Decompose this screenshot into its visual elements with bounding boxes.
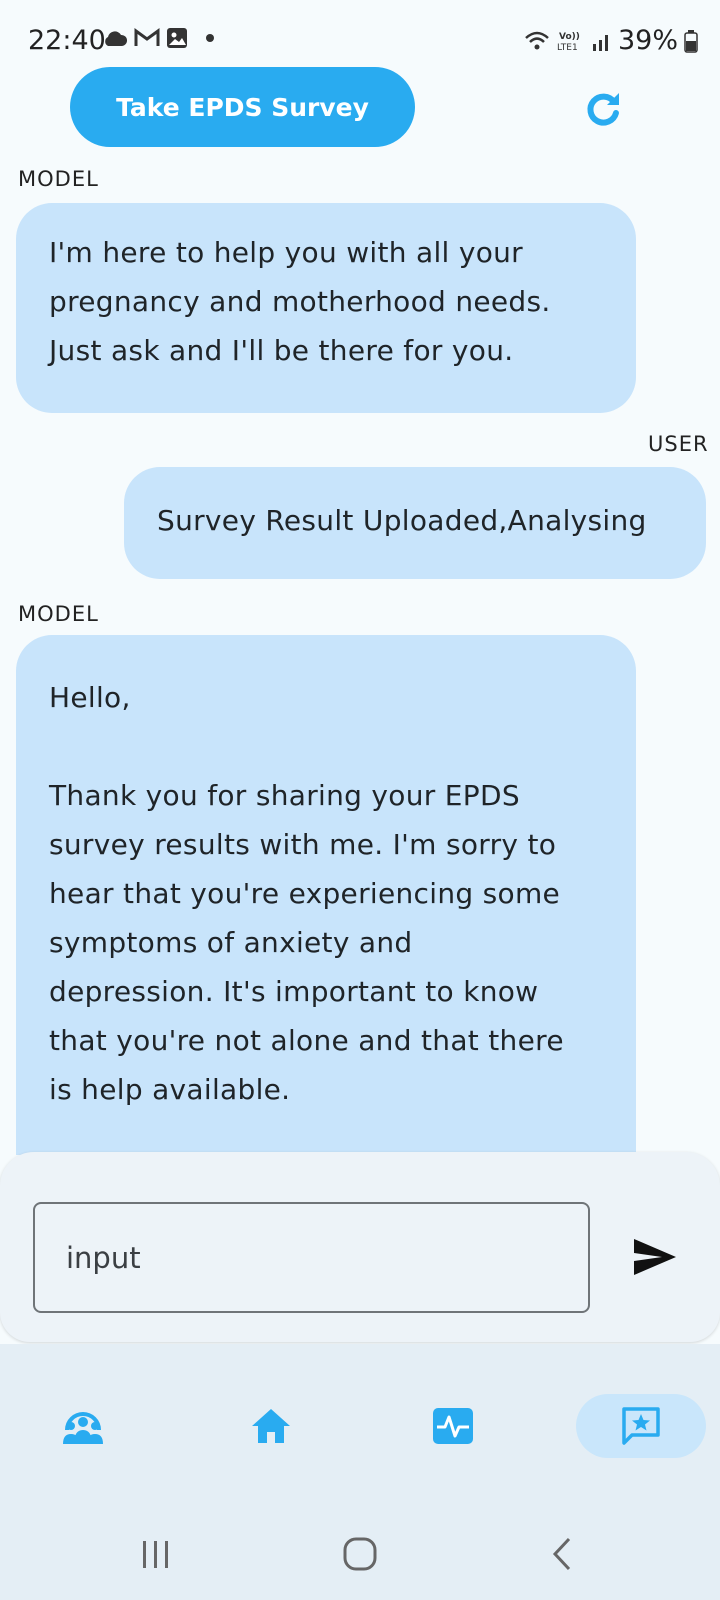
recents-button[interactable] (126, 1524, 186, 1584)
message-line: is help available. (49, 1073, 291, 1106)
message-line: hear that you're experiencing some (49, 877, 561, 910)
svg-text:LTE1: LTE1 (557, 43, 578, 53)
message-input[interactable] (33, 1202, 590, 1313)
chat-star-icon (622, 1407, 660, 1445)
dot-icon (206, 34, 214, 42)
send-icon (634, 1239, 676, 1275)
back-button[interactable] (532, 1524, 592, 1584)
bottom-navigation (0, 1344, 720, 1600)
status-time: 22:40 (28, 25, 106, 56)
nav-chat[interactable] (576, 1394, 706, 1458)
volte-icon: Vo))LTE1 (557, 32, 580, 53)
message-role-user: USER (648, 432, 709, 456)
gmail-icon (134, 28, 160, 46)
message-role-model: MODEL (18, 167, 99, 191)
battery-percentage: 39% (617, 25, 678, 56)
message-role-model: MODEL (18, 602, 99, 626)
system-home-button[interactable] (330, 1524, 390, 1584)
community-icon (63, 1412, 103, 1444)
health-icon (433, 1408, 473, 1444)
notification-icons (102, 27, 214, 49)
home-circle-icon (343, 1537, 377, 1571)
home-icon (252, 1409, 290, 1443)
nav-health[interactable] (388, 1394, 518, 1458)
recents-icon (143, 1541, 168, 1568)
send-button[interactable] (630, 1232, 680, 1282)
message-line: Thank you for sharing your EPDS (49, 779, 520, 812)
nav-home[interactable] (206, 1394, 336, 1458)
take-epds-survey-button[interactable]: Take EPDS Survey (70, 67, 415, 147)
message-line: Just ask and I'll be there for you. (49, 334, 514, 367)
refresh-button[interactable] (580, 86, 626, 132)
message-line: that you're not alone and that there (49, 1024, 564, 1057)
model-message-bubble: Hello, Thank you for sharing your EPDS s… (16, 635, 636, 1155)
model-message-bubble: I'm here to help you with all your pregn… (16, 203, 636, 413)
message-line: survey results with me. I'm sorry to (49, 828, 557, 861)
image-icon (167, 28, 187, 48)
message-line: I'm here to help you with all your (49, 236, 523, 269)
refresh-icon (587, 93, 619, 126)
message-line: depression. It's important to know (49, 975, 539, 1008)
message-greeting: Hello, (49, 681, 131, 714)
system-status-icons: Vo)) LTE1 39% (524, 25, 698, 56)
cloud-icon (105, 31, 128, 46)
signal-icon (592, 34, 608, 51)
user-message-bubble: Survey Result Uploaded,Analysing (124, 467, 706, 579)
nav-community[interactable] (18, 1394, 148, 1458)
message-line: symptoms of anxiety and (49, 926, 413, 959)
message-line: pregnancy and motherhood needs. (49, 285, 551, 318)
message-composer (0, 1152, 720, 1342)
battery-icon (684, 29, 698, 53)
svg-text:Vo)): Vo)) (559, 32, 580, 42)
back-icon (552, 1537, 571, 1571)
wifi-icon (525, 31, 549, 49)
